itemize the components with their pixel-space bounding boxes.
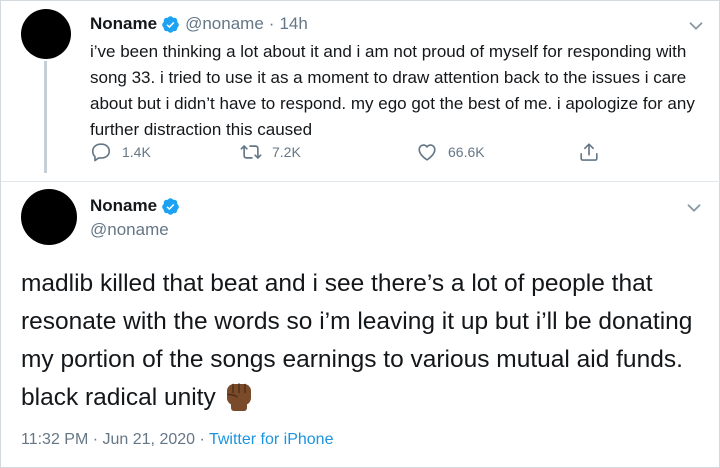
tweet-source-link[interactable]: Twitter for iPhone <box>209 431 334 448</box>
avatar[interactable] <box>21 189 77 245</box>
like-icon <box>418 144 436 161</box>
share-button[interactable] <box>578 141 600 163</box>
tweet-text: i’ve been thinking a lot about it and i … <box>90 42 695 139</box>
display-name[interactable]: Noname <box>90 195 157 217</box>
tweet-actions: 1.4K 7.2K 66.6K <box>90 141 630 171</box>
chevron-down-icon[interactable] <box>683 197 705 219</box>
tweet-timestamp[interactable]: 11:32 PM · Jun 21, 2020 · <box>21 431 209 448</box>
verified-badge-icon <box>162 197 179 215</box>
reply-count: 1.4K <box>122 144 151 160</box>
tweet-parent[interactable]: Noname @noname · 14h i’ve been thinking … <box>1 1 720 181</box>
raised-fist-emoji <box>226 383 251 411</box>
verified-badge-icon <box>162 15 179 33</box>
reply-icon <box>91 143 111 162</box>
dot-separator: · <box>268 14 275 33</box>
retweet-button[interactable]: 7.2K <box>240 141 301 163</box>
tweet-text: madlib killed that beat and i see there’… <box>21 270 693 411</box>
tweet-header: Noname <box>90 195 185 217</box>
tweet-divider <box>1 181 720 182</box>
chevron-down-icon[interactable] <box>685 15 707 37</box>
tweet-header: Noname @noname · 14h <box>90 13 308 35</box>
thread-connector-line <box>44 61 47 173</box>
reply-button[interactable]: 1.4K <box>90 141 151 163</box>
retweet-count: 7.2K <box>272 144 301 160</box>
tweet-screenshot: Noname @noname · 14h i’ve been thinking … <box>0 0 720 468</box>
like-count: 66.6K <box>448 144 485 160</box>
display-name[interactable]: Noname <box>90 13 157 35</box>
retweet-icon <box>240 145 262 159</box>
like-button[interactable]: 66.6K <box>416 141 485 163</box>
tweet-text-block: madlib killed that beat and i see there’… <box>21 265 711 417</box>
share-icon <box>580 143 598 161</box>
avatar[interactable] <box>21 9 71 59</box>
timestamp[interactable]: 14h <box>279 13 307 35</box>
tweet-meta: 11:32 PM · Jun 21, 2020 · Twitter for iP… <box>21 429 333 451</box>
handle[interactable]: @noname <box>185 13 264 35</box>
handle[interactable]: @noname <box>90 219 169 241</box>
